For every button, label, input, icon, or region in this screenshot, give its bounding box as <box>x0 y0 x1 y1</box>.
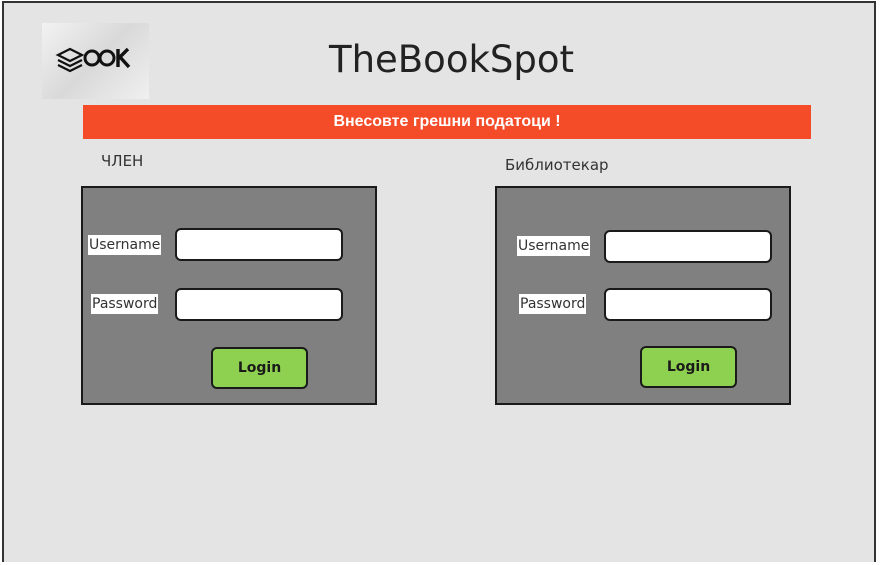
page-title: TheBookSpot <box>328 38 575 81</box>
librarian-login-button[interactable]: Login <box>640 346 737 388</box>
error-banner: Внесовте грешни податоци ! <box>83 105 811 139</box>
librarian-password-label: Password <box>519 294 587 314</box>
error-message: Внесовте грешни податоци ! <box>333 113 561 130</box>
member-username-input[interactable] <box>175 228 343 261</box>
librarian-username-label: Username <box>517 236 591 256</box>
librarian-section-label: Библиотекар <box>505 156 609 174</box>
member-username-label: Username <box>88 235 162 255</box>
member-password-input[interactable] <box>175 288 343 321</box>
member-password-label: Password <box>91 294 159 314</box>
app-window: TheBookSpot Внесовте грешни податоци ! Ч… <box>2 1 876 562</box>
member-section-label: ЧЛЕН <box>101 152 144 170</box>
librarian-username-input[interactable] <box>604 230 772 263</box>
librarian-login-panel: Username Password Login <box>495 186 791 405</box>
librarian-password-input[interactable] <box>604 288 772 321</box>
member-login-button[interactable]: Login <box>211 347 308 389</box>
member-login-panel: Username Password Login <box>81 186 377 405</box>
